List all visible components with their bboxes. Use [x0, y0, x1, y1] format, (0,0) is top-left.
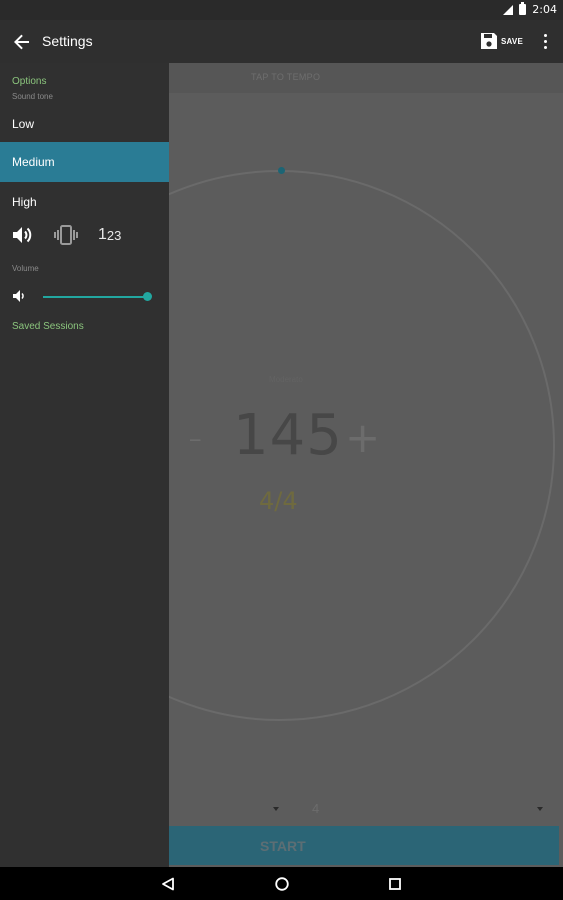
saved-sessions-heading[interactable]: Saved Sessions [12, 321, 84, 332]
tone-option-medium[interactable]: Medium [0, 142, 169, 182]
volume-label: Volume [12, 264, 39, 273]
save-label: SAVE [501, 36, 523, 46]
back-button[interactable] [10, 30, 34, 54]
tone-option-high[interactable]: High [0, 182, 169, 222]
subdivision-value[interactable]: 4 [312, 801, 319, 816]
count-icon-big: 1 [98, 226, 107, 243]
signal-icon [503, 4, 514, 15]
status-bar: 2:04 [0, 0, 563, 20]
tap-tempo-label: TAP TO TEMPO [251, 72, 321, 82]
circle-home-icon [275, 877, 289, 891]
vibrate-icon[interactable] [52, 225, 80, 245]
start-button[interactable]: START [169, 826, 559, 865]
volume-icon [12, 289, 28, 308]
metronome-panel: TAP TO TEMPO Moderato - 145 + 4/4 4 STAR… [169, 63, 563, 867]
overflow-dot [543, 33, 547, 37]
system-nav-bar [0, 867, 563, 900]
overflow-menu-button[interactable] [538, 31, 552, 51]
speaker-icon[interactable] [12, 225, 34, 245]
volume-control [12, 288, 162, 304]
dropdown-arrow-icon[interactable] [273, 807, 279, 811]
options-heading: Options [12, 76, 47, 87]
overflow-dot [543, 45, 547, 49]
triangle-back-icon [162, 877, 174, 891]
back-arrow-icon [14, 34, 29, 50]
time-signature[interactable]: 4/4 [259, 487, 298, 515]
volume-slider-thumb[interactable] [143, 292, 152, 301]
tone-option-label: Low [12, 117, 35, 131]
tone-option-low[interactable]: Low [0, 104, 169, 144]
app-toolbar: Settings SAVE [0, 20, 563, 63]
dial-handle[interactable] [278, 167, 285, 174]
feedback-mode-row: 1 23 [12, 225, 121, 245]
square-recents-icon [389, 878, 401, 890]
overflow-dot [543, 39, 547, 43]
battery-icon [519, 2, 527, 15]
count-icon-small: 23 [106, 227, 122, 243]
tempo-caption: Moderato [269, 375, 303, 384]
count-123-icon[interactable]: 1 23 [98, 226, 121, 244]
increase-tempo-button[interactable]: + [345, 413, 380, 462]
tone-option-label: High [12, 195, 37, 209]
sound-tone-label: Sound tone [12, 92, 53, 101]
nav-recents-button[interactable] [386, 875, 404, 893]
tap-tempo-strip[interactable]: TAP TO TEMPO [169, 63, 563, 93]
save-button[interactable]: SAVE [480, 30, 523, 52]
decrease-tempo-button[interactable]: - [188, 415, 202, 461]
dropdown-arrow-icon[interactable] [537, 807, 543, 811]
settings-drawer: Options Sound tone Low Medium High 1 23 V… [0, 63, 169, 867]
toolbar-title: Settings [42, 33, 93, 49]
volume-slider[interactable] [43, 296, 147, 298]
nav-back-button[interactable] [159, 875, 177, 893]
tempo-value: 145 [233, 403, 343, 468]
tone-option-label: Medium [12, 155, 55, 169]
status-time: 2:04 [532, 3, 557, 16]
floppy-disk-icon [481, 33, 497, 49]
start-label: START [260, 837, 306, 854]
nav-home-button[interactable] [273, 875, 291, 893]
